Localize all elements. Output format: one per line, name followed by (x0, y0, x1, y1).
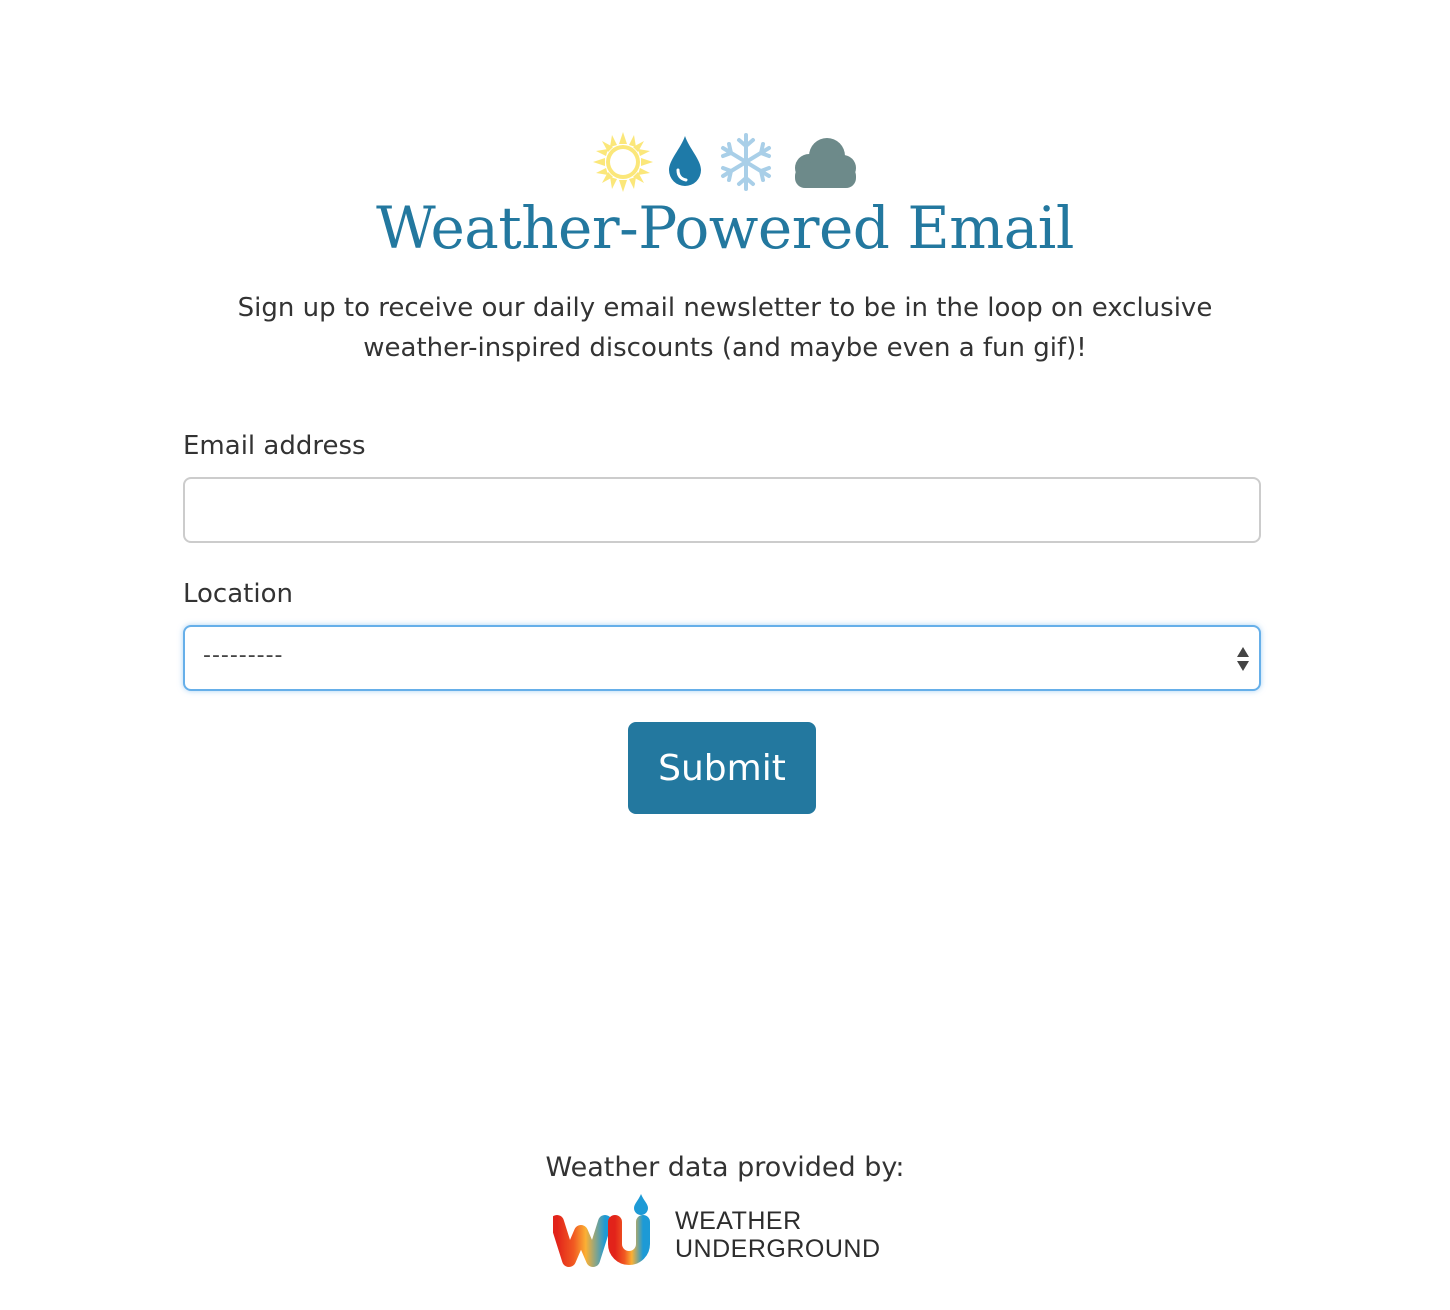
location-selected-value: --------- (203, 643, 284, 668)
wu-logo-icon (553, 1194, 650, 1267)
signup-page: Weather-Powered Email Sign up to receive… (0, 0, 1450, 1310)
page-title: Weather-Powered Email (376, 194, 1074, 262)
location-label: Location (183, 579, 293, 609)
select-arrows-icon (1237, 647, 1249, 671)
submit-button[interactable]: Submit (628, 722, 816, 814)
raindrop-icon (669, 136, 701, 186)
intro-text: Sign up to receive our daily email newsl… (237, 293, 1213, 363)
weather-icons-row (0, 130, 1450, 194)
location-select[interactable]: --------- (183, 625, 1261, 691)
provided-by-text: Weather data provided by: (545, 1152, 905, 1183)
wu-logo-line1: WEATHER (675, 1207, 802, 1235)
wu-logo-text: WEATHER UNDERGROUND (675, 1197, 881, 1263)
cloud-icon (795, 138, 856, 188)
weather-underground-logo[interactable]: WEATHER UNDERGROUND (553, 1192, 893, 1268)
snowflake-icon (721, 133, 771, 191)
sun-icon (593, 132, 653, 192)
wu-logo-line2: UNDERGROUND (675, 1235, 881, 1263)
email-field[interactable] (183, 477, 1261, 543)
email-label: Email address (183, 431, 366, 461)
